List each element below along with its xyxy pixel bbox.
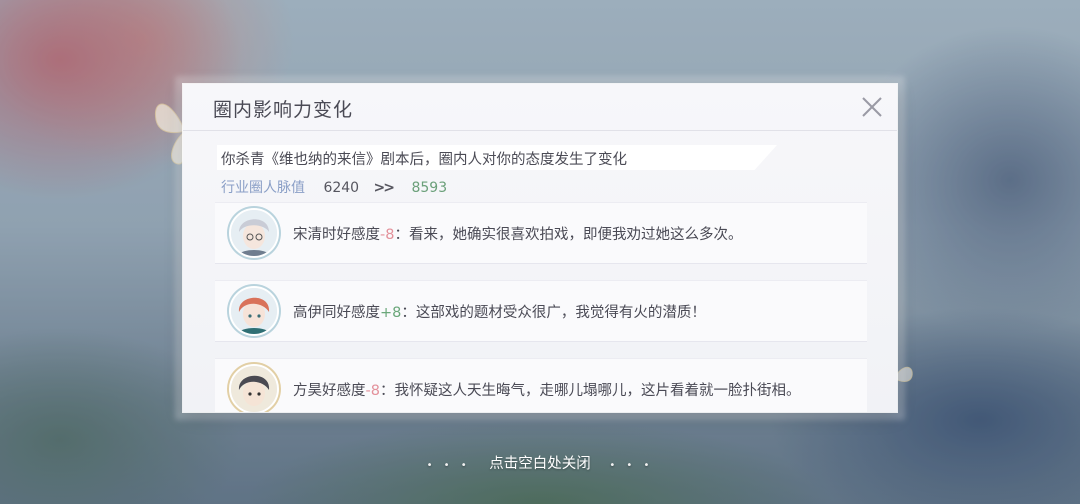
title-divider — [183, 130, 897, 131]
item-name: 宋清时好感度 — [293, 227, 380, 243]
item-separator: ： — [379, 383, 395, 399]
favorability-list[interactable]: 宋清时好感度-8：看来，她确实很喜欢拍戏，即便我劝过她这么多次。 高伊同好感度+… — [215, 202, 867, 412]
influence-change-dialog: 圈内影响力变化 你杀青《维也纳的来信》剧本后，圈内人对你的态度发生了变化 行业圈… — [183, 84, 897, 412]
item-text: 方昊好感度-8：我怀疑这人天生晦气，走哪儿塌哪儿，这片看着就一脸扑街相。 — [293, 379, 800, 400]
item-delta: +8 — [380, 305, 402, 321]
list-item: 高伊同好感度+8：这部戏的题材受众很广，我觉得有火的潜质！ — [215, 280, 867, 342]
item-separator: ： — [394, 227, 409, 243]
dialog-title: 圈内影响力变化 — [213, 99, 354, 121]
list-item: 宋清时好感度-8：看来，她确实很喜欢拍戏，即便我劝过她这么多次。 — [215, 202, 867, 264]
avatar-song — [229, 208, 279, 258]
metric-arrow: >> — [373, 180, 396, 196]
item-quote: 我怀疑这人天生晦气，走哪儿塌哪儿，这片看着就一脸扑街相。 — [394, 383, 801, 399]
dialog-subtitle: 你杀青《维也纳的来信》剧本后，圈内人对你的态度发生了变化 — [221, 152, 627, 168]
list-item: 方昊好感度-8：我怀疑这人天生晦气，走哪儿塌哪儿，这片看着就一脸扑街相。 — [215, 358, 867, 412]
avatar-fang — [229, 364, 279, 412]
metric-label: 行业圈人脉值 — [221, 180, 305, 196]
item-text: 高伊同好感度+8：这部戏的题材受众很广，我觉得有火的潜质！ — [293, 301, 706, 322]
item-text: 宋清时好感度-8：看来，她确实很喜欢拍戏，即便我劝过她这么多次。 — [293, 223, 742, 244]
metric-old-value: 6240 — [323, 180, 360, 196]
hint-dots-right: • • • — [609, 460, 654, 471]
item-separator: ： — [401, 305, 416, 321]
close-hint[interactable]: • • • 点击空白处关闭 • • • — [0, 452, 1080, 473]
close-hint-text: 点击空白处关闭 — [489, 456, 591, 472]
item-delta: -8 — [380, 227, 395, 243]
metric-new-value: 8593 — [411, 180, 448, 196]
item-quote: 看来，她确实很喜欢拍戏，即便我劝过她这么多次。 — [408, 227, 743, 243]
item-name: 高伊同好感度 — [293, 305, 380, 321]
hint-dots-left: • • • — [426, 460, 471, 471]
close-icon[interactable] — [859, 94, 885, 120]
item-name: 方昊好感度 — [293, 383, 366, 399]
item-delta: -8 — [365, 383, 380, 399]
network-metric: 行业圈人脉值 6240 >> 8593 — [221, 177, 447, 197]
avatar-gao — [229, 286, 279, 336]
item-quote: 这部戏的题材受众很广，我觉得有火的潜质！ — [415, 305, 706, 321]
